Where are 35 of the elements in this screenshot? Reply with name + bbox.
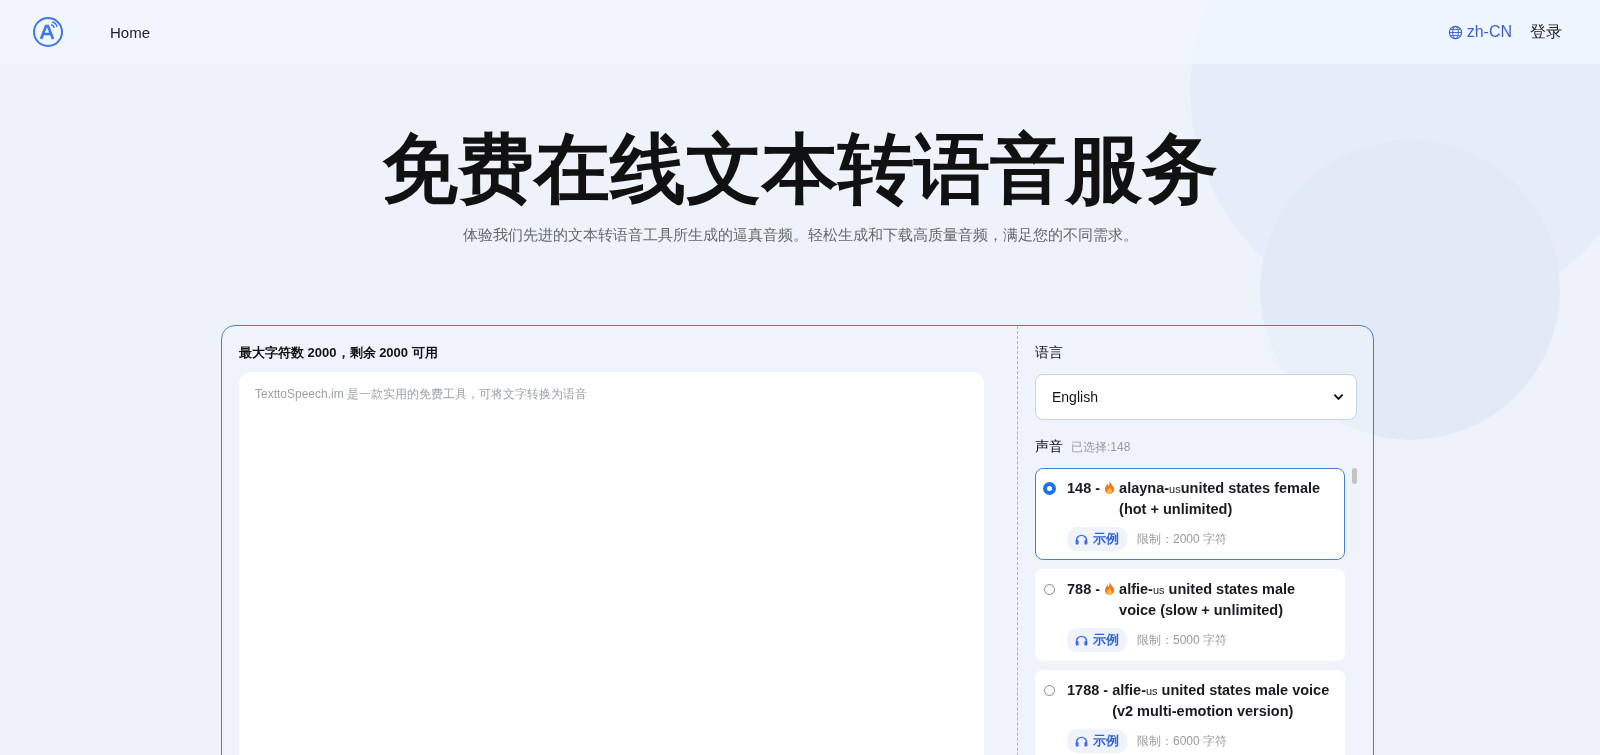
sample-button[interactable]: 示例 (1067, 628, 1127, 652)
selected-voice: 已选择:148 (1071, 439, 1131, 456)
globe-icon (1447, 24, 1463, 40)
voice-number: 788 - (1067, 580, 1101, 599)
text-input-field[interactable]: TexttoSpeech.im 是一款实用的免费工具，可将文字转换为语音 (239, 372, 984, 755)
sample-button[interactable]: 示例 (1067, 527, 1127, 551)
voice-limit: 限制：5000 字符 (1137, 631, 1228, 649)
hero-subtitle: 体验我们先进的文本转语音工具所生成的逼真音频。轻松生成和下载高质量音频，满足您的不同需求。 (461, 226, 1139, 245)
voice-name: alayna-usunited states female (hot + unlimited) (1119, 479, 1322, 519)
hero-title: 免费在线文本转语音服务 (381, 125, 1219, 213)
voice-limit: 限制：2000 字符 (1137, 530, 1228, 548)
sample-button[interactable]: 示例 (1067, 729, 1127, 753)
logo-icon[interactable] (32, 16, 64, 48)
character-limit: 最大字符数 2000，剩余 2000 可用 (239, 344, 439, 362)
voice-label: 声音 (1035, 438, 1063, 456)
headphones-icon (1075, 735, 1088, 747)
voice-name: alfie-us united states male voice (v2 multi-emotion version) (1112, 681, 1331, 721)
chevron-down-icon (1333, 393, 1344, 401)
language-label: 语言 (1035, 344, 1064, 362)
language-select[interactable]: English (1035, 374, 1357, 420)
login-link[interactable]: 登录 (1530, 21, 1562, 43)
headphones-icon (1075, 634, 1088, 646)
language-switch[interactable]: zh-CN (1447, 23, 1512, 41)
voice-option[interactable]: 1788 - alfie-us united states male voice (v2 multi-emotion version) 示例 限制：6000 字符 (1035, 670, 1345, 755)
headphones-icon (1075, 533, 1088, 545)
voice-name: alfie-us united states male voice (slow + unlimited) (1119, 580, 1297, 620)
voice-option[interactable]: 788 - alfie-us united states male voice (slow + unlimited) 示例 限制：5000 字符 (1035, 569, 1345, 661)
home-link[interactable]: Home (110, 23, 150, 41)
language-label: zh-CN (1466, 23, 1512, 41)
voice-number: 1788 - (1067, 681, 1109, 700)
voice-limit: 限制：6000 字符 (1137, 732, 1228, 750)
radio-button[interactable] (1044, 483, 1055, 494)
scrollbar-thumb[interactable] (1352, 468, 1357, 484)
voice-number: 148 - (1067, 479, 1101, 498)
voice-option[interactable]: 148 - alayna-usunited states female (hot + unlimited) 示例 限制：2000 字符 (1035, 468, 1345, 560)
